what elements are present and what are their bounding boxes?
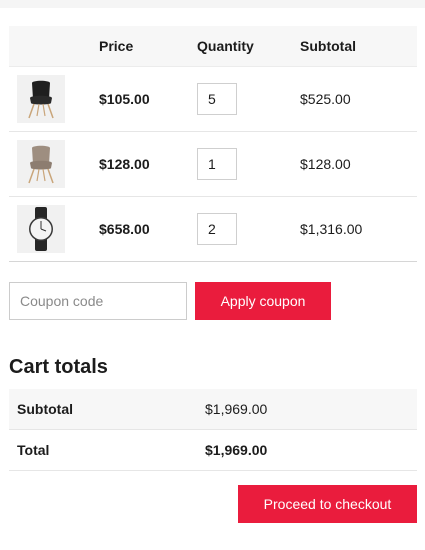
wristwatch-icon <box>29 207 53 251</box>
cart-table-header: Price Quantity Subtotal <box>9 26 417 67</box>
top-strip <box>0 0 425 8</box>
cart-row: $658.00 $1,316.00 <box>9 197 417 262</box>
apply-coupon-button[interactable]: Apply coupon <box>195 282 331 320</box>
quantity-input[interactable] <box>197 83 237 115</box>
cart-totals-title: Cart totals <box>9 356 108 378</box>
total-row: Total $1,969.00 <box>9 430 417 471</box>
subtotal-label: Subtotal <box>17 401 73 417</box>
cart-row: $128.00 $128.00 <box>9 132 417 197</box>
header-quantity: Quantity <box>197 38 254 54</box>
total-label: Total <box>17 442 50 458</box>
quantity-input[interactable] <box>197 213 237 245</box>
product-thumbnail[interactable] <box>17 140 65 188</box>
coupon-code-input[interactable] <box>9 282 187 320</box>
taupe-chair-icon <box>28 145 54 184</box>
header-price: Price <box>99 38 134 54</box>
quantity-input[interactable] <box>197 148 237 180</box>
header-subtotal: Subtotal <box>300 38 356 54</box>
item-subtotal: $128.00 <box>300 156 351 172</box>
proceed-to-checkout-button[interactable]: Proceed to checkout <box>238 485 417 523</box>
subtotal-value: $1,969.00 <box>205 401 268 417</box>
item-subtotal: $525.00 <box>300 91 351 107</box>
cart-totals-table: Subtotal $1,969.00 Total $1,969.00 <box>9 389 417 471</box>
subtotal-row: Subtotal $1,969.00 <box>9 389 417 430</box>
item-price: $658.00 <box>99 221 150 237</box>
total-value: $1,969.00 <box>205 442 268 458</box>
product-thumbnail[interactable] <box>17 75 65 123</box>
item-price: $128.00 <box>99 156 150 172</box>
item-subtotal: $1,316.00 <box>300 221 363 237</box>
item-price: $105.00 <box>99 91 150 107</box>
black-chair-icon <box>28 80 54 119</box>
product-thumbnail[interactable] <box>17 205 65 253</box>
cart-table: Price Quantity Subtotal $105.00 $525.00 <box>9 26 417 262</box>
cart-row: $105.00 $525.00 <box>9 67 417 132</box>
